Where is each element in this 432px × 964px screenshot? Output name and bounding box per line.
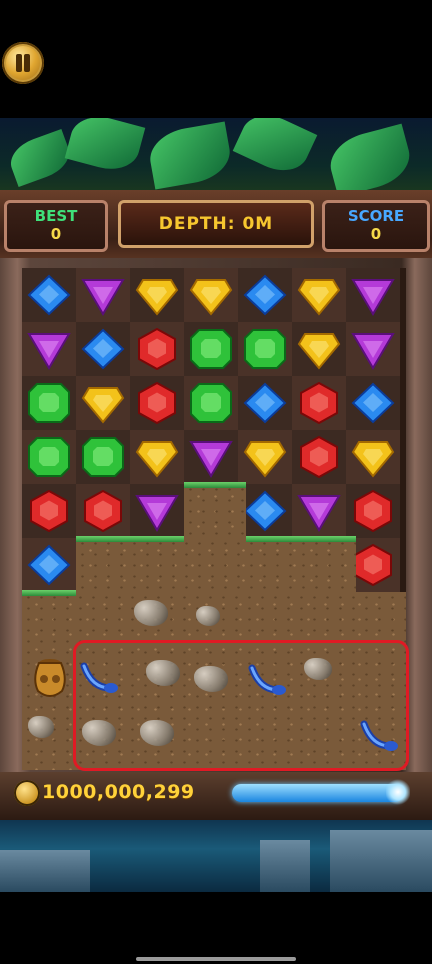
purple-gem[interactable] [135, 490, 179, 532]
yellow-gem[interactable] [297, 328, 341, 370]
blue-gem[interactable] [81, 328, 125, 370]
clay-pot-icon[interactable] [30, 655, 70, 701]
yellow-gem[interactable] [81, 382, 125, 424]
pause-button[interactable] [2, 42, 44, 84]
blue-gem[interactable] [243, 274, 287, 316]
red-gem[interactable] [27, 490, 71, 532]
board-cell [238, 376, 292, 430]
ruins-backdrop [0, 820, 432, 892]
dirt-mound [184, 484, 246, 544]
board-cell [76, 484, 130, 538]
purple-gem[interactable] [351, 328, 395, 370]
board-cell [184, 376, 238, 430]
board-cell [346, 322, 400, 376]
blue-gem[interactable] [351, 382, 395, 424]
board-cell [346, 268, 400, 322]
purple-gem[interactable] [351, 274, 395, 316]
purple-gem[interactable] [81, 274, 125, 316]
board-cell [130, 376, 184, 430]
green-gem[interactable] [81, 436, 125, 478]
board-cell [184, 268, 238, 322]
board-cell [22, 376, 76, 430]
board-cell [238, 322, 292, 376]
green-gem[interactable] [27, 436, 71, 478]
board-cell [292, 322, 346, 376]
red-gem[interactable] [351, 490, 395, 532]
red-gem[interactable] [81, 490, 125, 532]
pause-icon [16, 54, 22, 72]
yellow-gem[interactable] [135, 436, 179, 478]
board-cell [346, 376, 400, 430]
board-cell [346, 484, 400, 538]
board-cell [76, 430, 130, 484]
board-cell [22, 322, 76, 376]
best-label: BEST [34, 207, 78, 225]
coin-icon [14, 780, 40, 806]
board-cell [238, 430, 292, 484]
score-panel: SCORE 0 [322, 200, 430, 252]
score-label: SCORE [347, 207, 405, 225]
blue-gem[interactable] [27, 274, 71, 316]
yellow-gem[interactable] [135, 274, 179, 316]
red-gem[interactable] [351, 544, 395, 586]
board-cell [130, 430, 184, 484]
highlight-box [73, 640, 409, 771]
yellow-gem[interactable] [189, 274, 233, 316]
board-cell [184, 322, 238, 376]
home-indicator[interactable] [136, 957, 296, 961]
best-value: 0 [50, 225, 62, 243]
green-gem[interactable] [189, 328, 233, 370]
board-cell [130, 322, 184, 376]
best-panel: BEST 0 [4, 200, 108, 252]
board-cell [22, 484, 76, 538]
dirt-layer [76, 538, 356, 594]
board-cell [76, 268, 130, 322]
yellow-gem[interactable] [243, 436, 287, 478]
rock [28, 716, 54, 738]
green-gem[interactable] [27, 382, 71, 424]
blue-gem[interactable] [243, 382, 287, 424]
yellow-gem[interactable] [351, 436, 395, 478]
red-gem[interactable] [135, 328, 179, 370]
board-cell [22, 430, 76, 484]
board-cell [130, 484, 184, 538]
board-cell [184, 430, 238, 484]
red-gem[interactable] [135, 382, 179, 424]
green-gem[interactable] [243, 328, 287, 370]
green-gem[interactable] [189, 382, 233, 424]
board-cell [292, 376, 346, 430]
purple-gem[interactable] [189, 436, 233, 478]
board-cell [346, 430, 400, 484]
rock [134, 600, 168, 626]
board-cell [22, 538, 76, 592]
blue-gem[interactable] [27, 544, 71, 586]
score-value: 0 [370, 225, 382, 243]
depth-display: DEPTH: 0M [118, 200, 314, 248]
board-cell [130, 268, 184, 322]
board-cell [238, 268, 292, 322]
board-cell [76, 376, 130, 430]
jungle-backdrop [0, 118, 432, 198]
blue-gem[interactable] [243, 490, 287, 532]
board-cell [238, 484, 292, 538]
board-cell [292, 484, 346, 538]
board-cell [76, 322, 130, 376]
power-meter [232, 784, 404, 802]
rock [196, 606, 220, 626]
board-cell [292, 430, 346, 484]
purple-gem[interactable] [27, 328, 71, 370]
meter-sparkle-icon [386, 778, 410, 806]
coin-balance: 1000,000,299 [42, 781, 195, 803]
red-gem[interactable] [297, 382, 341, 424]
board-cell [292, 268, 346, 322]
red-gem[interactable] [297, 436, 341, 478]
yellow-gem[interactable] [297, 274, 341, 316]
purple-gem[interactable] [297, 490, 341, 532]
board-cell [22, 268, 76, 322]
